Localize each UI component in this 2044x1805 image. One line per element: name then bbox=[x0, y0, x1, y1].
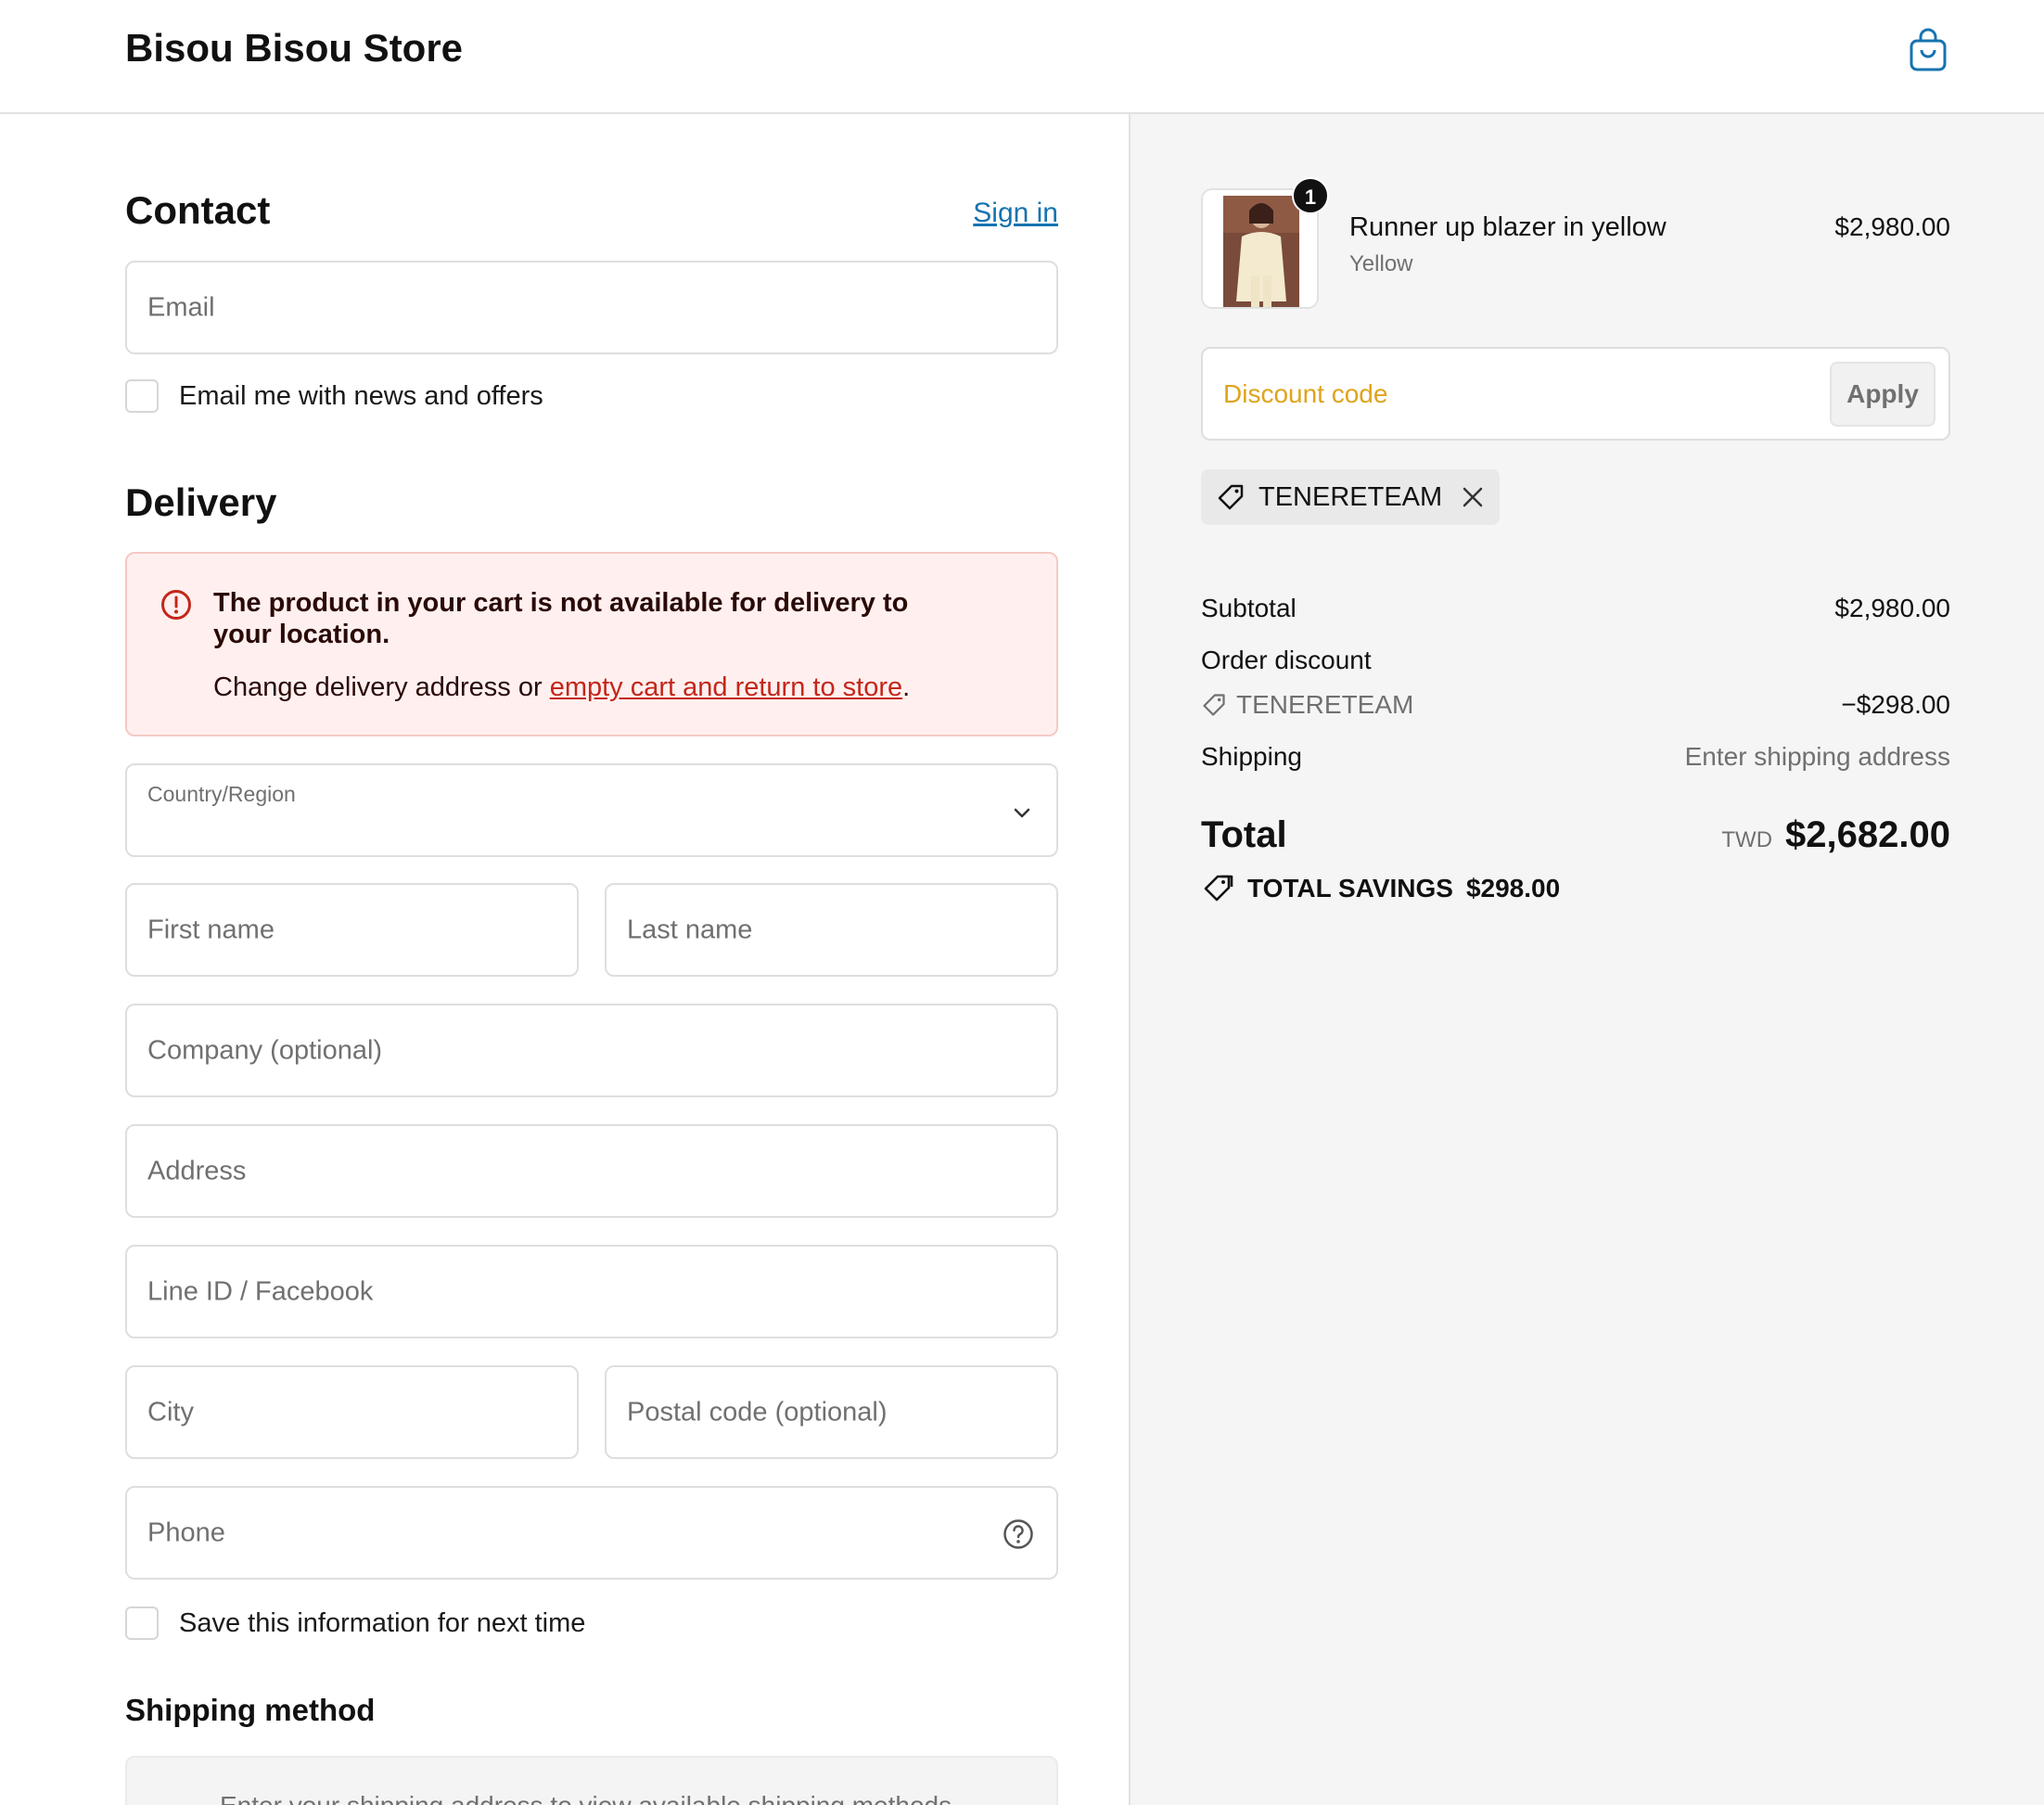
postal-code-placeholder: Postal code (optional) bbox=[627, 1397, 888, 1427]
total-savings-row: TOTAL SAVINGS $298.00 bbox=[1201, 873, 1560, 904]
alert-title: The product in your cart is not availabl… bbox=[213, 588, 909, 649]
shipping-value: Enter shipping address bbox=[1684, 742, 1950, 771]
shipping-method-title: Shipping method bbox=[125, 1693, 376, 1727]
save-info-label: Save this information for next time bbox=[179, 1607, 586, 1638]
email-placeholder: Email bbox=[147, 292, 215, 322]
checkout-header: Bisou Bisou Store bbox=[0, 0, 2044, 114]
discount-code-placeholder: Discount code bbox=[1223, 378, 1388, 408]
shipping-label: Shipping bbox=[1201, 742, 1302, 771]
discount-code-label: TENERETEAM bbox=[1201, 690, 1413, 720]
sign-in-link[interactable]: Sign in bbox=[973, 198, 1058, 229]
alert-body: Change delivery address or empty cart an… bbox=[213, 672, 910, 703]
country-label: Country/Region bbox=[147, 782, 296, 806]
empty-cart-link[interactable]: empty cart and return to store bbox=[550, 672, 902, 702]
shipping-method-box: Enter your shipping address to view avai… bbox=[125, 1756, 1058, 1805]
phone-placeholder: Phone bbox=[147, 1517, 225, 1547]
shipping-method-message: Enter your shipping address to view avai… bbox=[220, 1791, 959, 1805]
savings-label: TOTAL SAVINGS bbox=[1247, 874, 1453, 902]
total-label: Total bbox=[1201, 814, 1287, 855]
store-name[interactable]: Bisou Bisou Store bbox=[125, 26, 463, 70]
email-field[interactable]: Email bbox=[125, 261, 1058, 354]
savings-value: $298.00 bbox=[1465, 874, 1561, 902]
product-name: Runner up blazer in yellow bbox=[1349, 212, 1667, 242]
alert-body-suffix: . bbox=[902, 672, 911, 702]
tag-icon bbox=[1203, 694, 1225, 716]
last-name-field[interactable]: Last name bbox=[605, 883, 1058, 977]
contact-title: Contact bbox=[125, 188, 271, 232]
total-currency: TWD bbox=[1721, 827, 1773, 852]
discount-code-name: TENERETEAM bbox=[1236, 690, 1414, 719]
discount-value: −$298.00 bbox=[1841, 690, 1950, 719]
line-id-field[interactable]: Line ID / Facebook bbox=[125, 1245, 1058, 1338]
product-price: $2,980.00 bbox=[1834, 212, 1950, 241]
subtotal-label: Subtotal bbox=[1201, 594, 1297, 622]
city-placeholder: City bbox=[147, 1397, 194, 1427]
city-field[interactable]: City bbox=[125, 1365, 579, 1459]
country-select[interactable]: Country/Region bbox=[125, 763, 1058, 857]
quantity-badge: 1 bbox=[1292, 177, 1329, 214]
total-amount: TWD $2,682.00 bbox=[1721, 814, 1950, 856]
tag-icon bbox=[1218, 484, 1244, 510]
newsletter-row: Email me with news and offers bbox=[125, 379, 543, 413]
discount-code-field[interactable]: Discount code Apply bbox=[1201, 347, 1950, 441]
help-circle-icon[interactable] bbox=[1003, 1518, 1034, 1550]
delivery-title: Delivery bbox=[125, 480, 277, 524]
product-variant: Yellow bbox=[1349, 251, 1413, 276]
applied-discount-code: TENERETEAM bbox=[1258, 481, 1443, 512]
newsletter-label: Email me with news and offers bbox=[179, 380, 543, 411]
shopping-bag-icon[interactable] bbox=[1909, 28, 1948, 72]
order-discount-label: Order discount bbox=[1201, 646, 1372, 674]
first-name-field[interactable]: First name bbox=[125, 883, 579, 977]
save-info-row: Save this information for next time bbox=[125, 1607, 585, 1640]
line-id-placeholder: Line ID / Facebook bbox=[147, 1276, 374, 1306]
address-placeholder: Address bbox=[147, 1156, 247, 1185]
company-placeholder: Company (optional) bbox=[147, 1035, 383, 1065]
phone-field[interactable]: Phone bbox=[125, 1486, 1058, 1580]
save-info-checkbox[interactable] bbox=[125, 1607, 159, 1640]
error-circle-icon bbox=[161, 590, 191, 620]
close-icon[interactable] bbox=[1461, 485, 1485, 509]
newsletter-checkbox[interactable] bbox=[125, 379, 159, 413]
postal-code-field[interactable]: Postal code (optional) bbox=[605, 1365, 1058, 1459]
delivery-error-alert: The product in your cart is not availabl… bbox=[125, 552, 1058, 736]
address-field[interactable]: Address bbox=[125, 1124, 1058, 1218]
savings-tag-icon bbox=[1204, 875, 1233, 902]
subtotal-value: $2,980.00 bbox=[1834, 594, 1950, 622]
chevron-down-icon bbox=[1014, 808, 1030, 818]
applied-discount-chip: TENERETEAM bbox=[1201, 469, 1501, 525]
apply-button[interactable]: Apply bbox=[1830, 362, 1935, 427]
company-field[interactable]: Company (optional) bbox=[125, 1004, 1058, 1097]
alert-body-prefix: Change delivery address or bbox=[213, 672, 550, 702]
total-value: $2,682.00 bbox=[1785, 814, 1950, 855]
last-name-placeholder: Last name bbox=[627, 915, 753, 944]
first-name-placeholder: First name bbox=[147, 915, 275, 944]
